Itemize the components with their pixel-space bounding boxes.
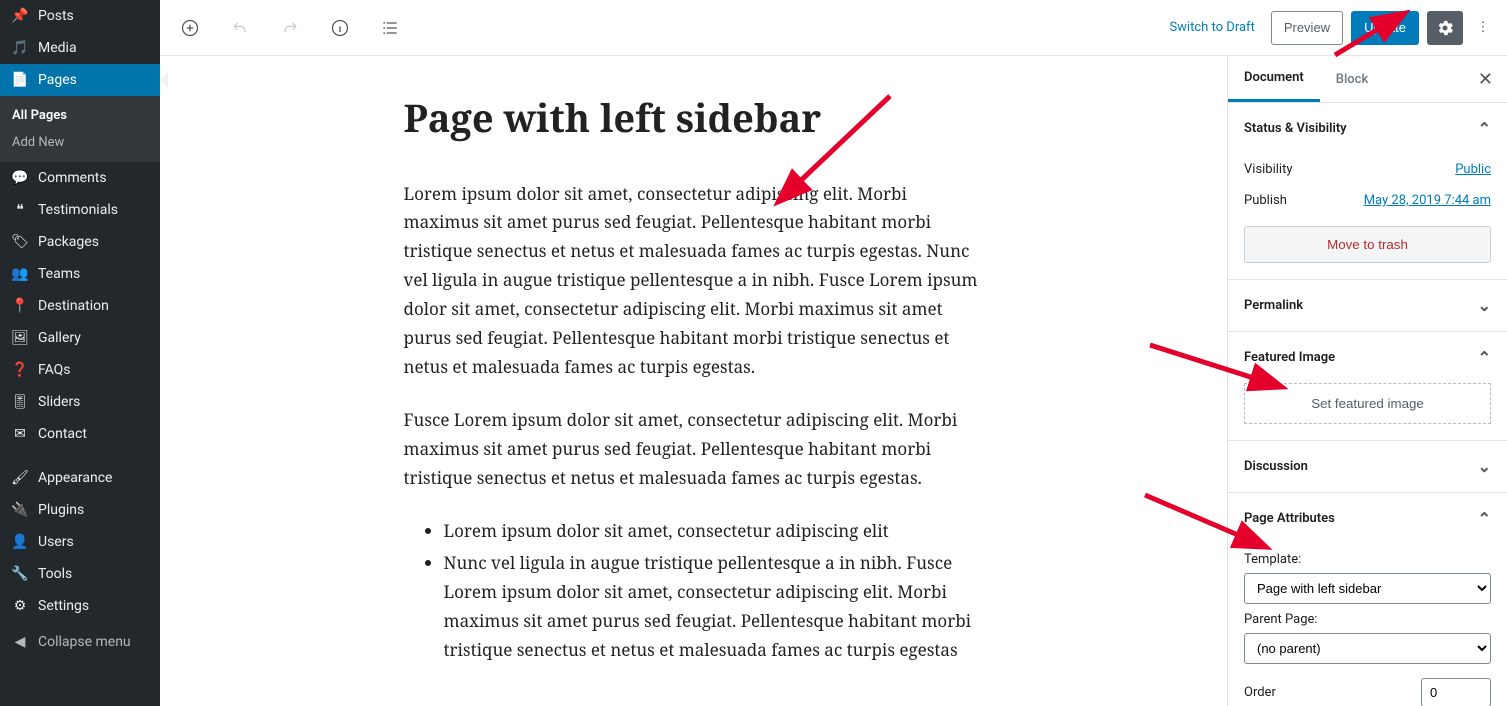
close-settings-button[interactable]: ✕ [1464, 69, 1507, 90]
template-select[interactable]: Page with left sidebar [1244, 573, 1491, 604]
move-to-trash-button[interactable]: Move to trash [1244, 226, 1491, 263]
settings-tabs: Document Block ✕ [1228, 56, 1507, 103]
package-icon: 🏷 [10, 234, 30, 250]
list-item[interactable]: Lorem ipsum dolor sit amet, consectetur … [444, 517, 984, 546]
menu-plugins[interactable]: 🔌Plugins [0, 494, 160, 526]
admin-sidebar: 📌Posts 🎵Media 📄Pages All Pages Add New 💬… [0, 0, 160, 706]
chevron-up-icon: ⌃ [1478, 509, 1491, 528]
undo-button[interactable] [222, 10, 258, 46]
faq-icon: ❓ [10, 362, 30, 378]
chevron-up-icon: ⌃ [1478, 348, 1491, 367]
info-button[interactable] [322, 10, 358, 46]
chevron-down-icon: ⌄ [1478, 457, 1491, 476]
menu-packages[interactable]: 🏷Packages [0, 226, 160, 258]
switch-to-draft-button[interactable]: Switch to Draft [1161, 20, 1262, 35]
panel-page-attributes: Page Attributes⌃ Template: Page with lef… [1228, 493, 1507, 706]
outline-button[interactable] [372, 10, 408, 46]
team-icon: 👥 [10, 266, 30, 282]
submenu-all-pages[interactable]: All Pages [0, 102, 160, 129]
template-label: Template: [1244, 552, 1491, 567]
visibility-label: Visibility [1244, 162, 1293, 177]
users-icon: 👤 [10, 534, 30, 550]
gallery-icon: 🖼 [10, 330, 30, 346]
panel-header-discussion[interactable]: Discussion⌄ [1228, 441, 1507, 492]
tab-block[interactable]: Block [1320, 58, 1384, 101]
chevron-down-icon: ⌄ [1478, 296, 1491, 315]
chevron-up-icon: ⌃ [1478, 119, 1491, 138]
panel-discussion: Discussion⌄ [1228, 441, 1507, 493]
menu-users[interactable]: 👤Users [0, 526, 160, 558]
menu-contact[interactable]: ✉Contact [0, 418, 160, 450]
menu-teams[interactable]: 👥Teams [0, 258, 160, 290]
panel-featured-image: Featured Image⌃ Set featured image [1228, 332, 1507, 441]
collapse-menu[interactable]: ◀Collapse menu [0, 626, 160, 658]
set-featured-image-button[interactable]: Set featured image [1244, 383, 1491, 424]
panel-header-status[interactable]: Status & Visibility⌃ [1228, 103, 1507, 154]
menu-media[interactable]: 🎵Media [0, 32, 160, 64]
slider-icon: 🎚 [10, 394, 30, 410]
settings-toggle-button[interactable] [1427, 11, 1463, 45]
editor-canvas[interactable]: Page with left sidebar Lorem ipsum dolor… [160, 56, 1227, 706]
menu-tools[interactable]: 🔧Tools [0, 558, 160, 590]
page-icon: 📄 [10, 72, 30, 88]
menu-appearance[interactable]: 🖌Appearance [0, 462, 160, 494]
collapse-icon: ◀ [10, 634, 30, 650]
panel-header-attributes[interactable]: Page Attributes⌃ [1228, 493, 1507, 544]
brush-icon: 🖌 [10, 470, 30, 486]
list-item[interactable]: Nunc vel ligula in augue tristique pelle… [444, 549, 984, 665]
pin-icon: 📌 [10, 8, 30, 24]
editor: Switch to Draft Preview Update ⋮ Page wi… [160, 0, 1507, 706]
publish-date-link[interactable]: May 28, 2019 7:44 am [1364, 193, 1491, 208]
media-icon: 🎵 [10, 40, 30, 56]
comment-icon: 💬 [10, 170, 30, 186]
panel-header-featured[interactable]: Featured Image⌃ [1228, 332, 1507, 383]
settings-sliders-icon: ⚙ [10, 598, 30, 614]
publish-label: Publish [1244, 193, 1287, 208]
submenu-add-new[interactable]: Add New [0, 129, 160, 156]
more-options-button[interactable]: ⋮ [1471, 20, 1495, 35]
preview-button[interactable]: Preview [1271, 11, 1343, 45]
menu-faqs[interactable]: ❓FAQs [0, 354, 160, 386]
update-button[interactable]: Update [1351, 11, 1419, 45]
tools-icon: 🔧 [10, 566, 30, 582]
paragraph-block[interactable]: Fusce Lorem ipsum dolor sit amet, consec… [404, 406, 984, 493]
parent-page-select[interactable]: (no parent) [1244, 633, 1491, 664]
order-label: Order [1244, 685, 1276, 700]
panel-header-permalink[interactable]: Permalink⌄ [1228, 280, 1507, 331]
list-block[interactable]: Lorem ipsum dolor sit amet, consectetur … [404, 517, 984, 665]
menu-comments[interactable]: 💬Comments [0, 162, 160, 194]
menu-posts[interactable]: 📌Posts [0, 0, 160, 32]
redo-button[interactable] [272, 10, 308, 46]
editor-toolbar: Switch to Draft Preview Update ⋮ [160, 0, 1507, 56]
menu-testimonials[interactable]: ❝Testimonials [0, 194, 160, 226]
menu-destination[interactable]: 📍Destination [0, 290, 160, 322]
quote-icon: ❝ [10, 202, 30, 218]
order-input[interactable] [1421, 678, 1491, 706]
paragraph-block[interactable]: Lorem ipsum dolor sit amet, consectetur … [404, 180, 984, 382]
gear-icon [1435, 18, 1455, 38]
settings-sidebar: Document Block ✕ Status & Visibility⌃ Vi… [1227, 56, 1507, 706]
menu-sliders[interactable]: 🎚Sliders [0, 386, 160, 418]
plugin-icon: 🔌 [10, 502, 30, 518]
panel-status-visibility: Status & Visibility⌃ Visibility Public Pu… [1228, 103, 1507, 280]
parent-page-label: Parent Page: [1244, 612, 1491, 627]
tab-document[interactable]: Document [1228, 56, 1320, 102]
menu-settings[interactable]: ⚙Settings [0, 590, 160, 622]
menu-gallery[interactable]: 🖼Gallery [0, 322, 160, 354]
dest-icon: 📍 [10, 298, 30, 314]
page-title[interactable]: Page with left sidebar [404, 96, 984, 142]
panel-permalink: Permalink⌄ [1228, 280, 1507, 332]
add-block-button[interactable] [172, 10, 208, 46]
menu-pages[interactable]: 📄Pages [0, 64, 160, 96]
submenu-pages: All Pages Add New [0, 96, 160, 162]
visibility-value-link[interactable]: Public [1455, 162, 1491, 177]
mail-icon: ✉ [10, 426, 30, 442]
